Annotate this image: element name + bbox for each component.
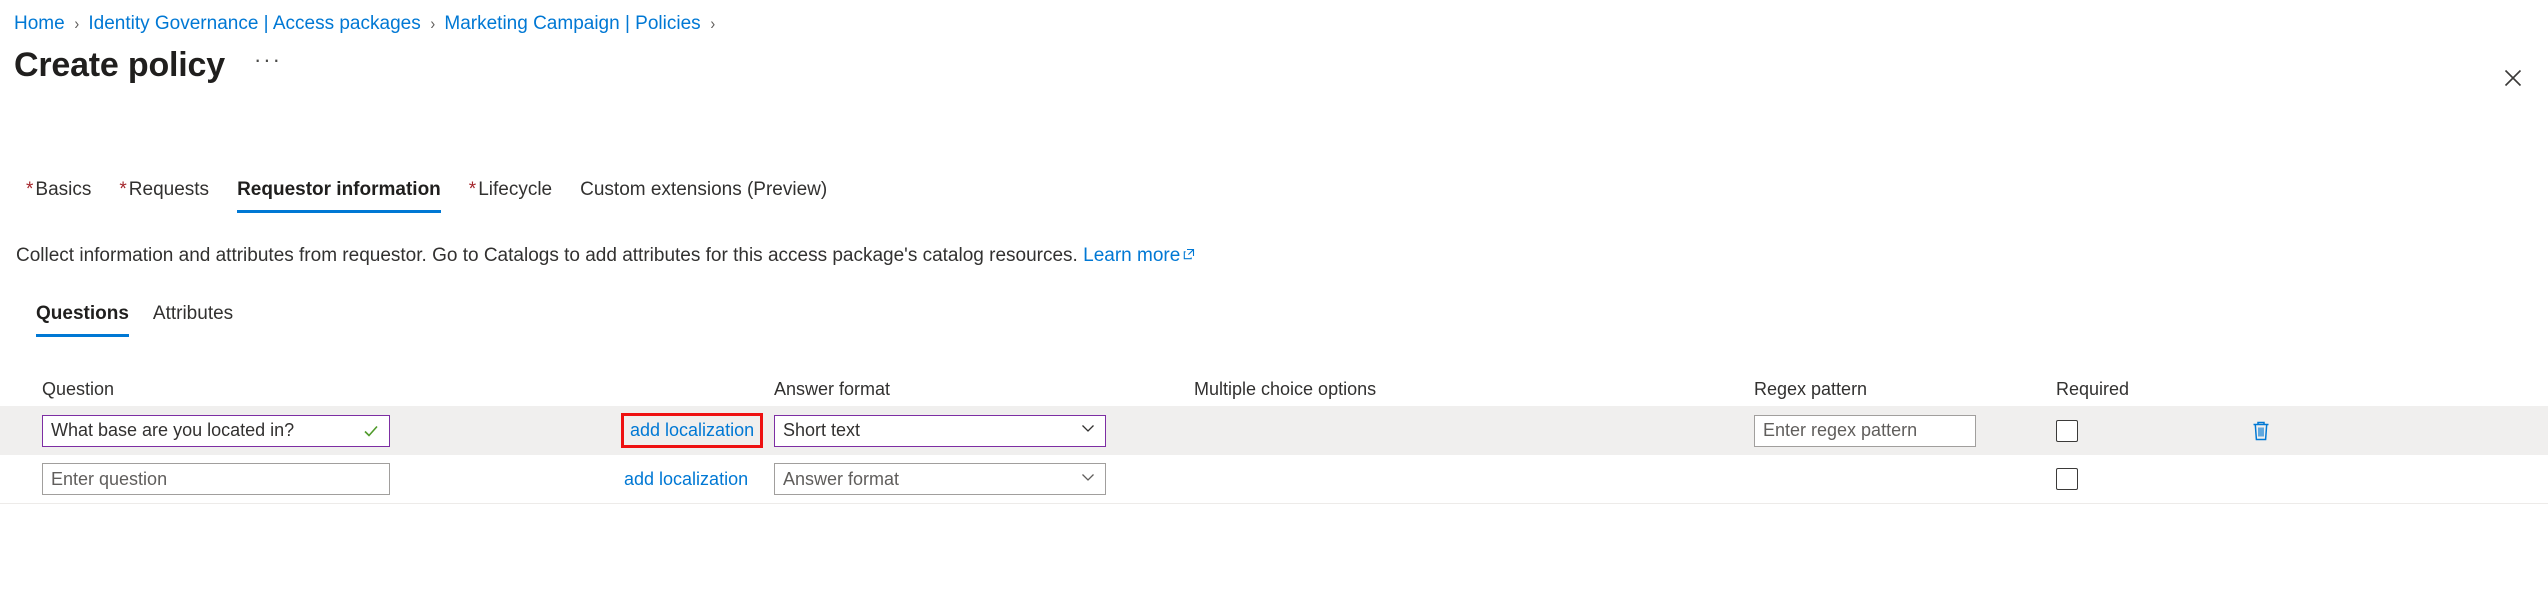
add-localization-highlight: add localization (624, 416, 760, 445)
learn-more-link[interactable]: Learn more (1083, 245, 1180, 266)
cell-required (2056, 468, 2246, 490)
more-options-button[interactable]: ··· (247, 48, 289, 82)
tab-label: Lifecycle (478, 179, 552, 200)
question-input-value: What base are you located in? (51, 420, 294, 441)
question-input[interactable]: What base are you located in? (42, 415, 390, 447)
table-row: What base are you located in? add locali… (0, 406, 2548, 455)
table-header-row: Question Answer format Multiple choice o… (0, 372, 2548, 406)
tab-label: Requests (129, 179, 209, 200)
main-tab-strip: *Basics *Requests Requestor information … (12, 176, 841, 222)
cell-answer-format: Short text (774, 415, 1194, 447)
required-indicator: * (119, 179, 126, 200)
cell-question: Enter question (0, 463, 624, 495)
question-input-placeholder: Enter question (51, 469, 167, 490)
chevron-down-icon (1080, 420, 1096, 441)
regex-pattern-input[interactable]: Enter regex pattern (1754, 415, 1976, 447)
cell-required (2056, 420, 2246, 442)
tab-requests[interactable]: *Requests (105, 176, 223, 218)
section-description: Collect information and attributes from … (16, 242, 1195, 269)
questions-table: Question Answer format Multiple choice o… (0, 372, 2548, 504)
required-indicator: * (469, 179, 476, 200)
subtab-attributes[interactable]: Attributes (141, 300, 245, 340)
column-header-regex-pattern: Regex pattern (1754, 379, 2056, 400)
column-header-required: Required (2056, 379, 2246, 400)
title-row: Create policy ··· (14, 44, 289, 86)
required-checkbox[interactable] (2056, 420, 2078, 442)
page-title: Create policy (14, 44, 225, 86)
required-indicator: * (26, 179, 33, 200)
cell-localization: add localization (624, 469, 774, 490)
subtab-label: Questions (36, 303, 129, 324)
external-link-icon (1183, 242, 1195, 268)
chevron-down-icon (1080, 469, 1096, 490)
description-text: Collect information and attributes from … (16, 245, 1078, 266)
answer-format-dropdown[interactable]: Answer format (774, 463, 1106, 495)
valid-check-icon (363, 423, 379, 439)
trash-icon (2250, 419, 2272, 443)
breadcrumb-separator-icon: › (74, 12, 79, 36)
subtab-label: Attributes (153, 303, 233, 324)
cell-question: What base are you located in? (0, 415, 624, 447)
cell-regex-pattern: Enter regex pattern (1754, 415, 2056, 447)
question-input[interactable]: Enter question (42, 463, 390, 495)
add-localization-link[interactable]: add localization (630, 420, 754, 441)
tab-basics[interactable]: *Basics (12, 176, 105, 218)
column-header-multiple-choice: Multiple choice options (1194, 379, 1754, 400)
sub-tab-strip: Questions Attributes (24, 300, 245, 340)
close-icon (2504, 69, 2522, 87)
cell-actions (2246, 416, 2506, 446)
regex-pattern-placeholder: Enter regex pattern (1763, 420, 1917, 441)
cell-localization: add localization (624, 416, 774, 445)
answer-format-dropdown[interactable]: Short text (774, 415, 1106, 447)
close-button[interactable] (2491, 56, 2535, 100)
breadcrumb: Home › Identity Governance | Access pack… (14, 12, 724, 36)
answer-format-value: Short text (783, 420, 860, 441)
required-checkbox[interactable] (2056, 468, 2078, 490)
breadcrumb-item-home[interactable]: Home (14, 12, 65, 36)
breadcrumb-item-marketing-campaign[interactable]: Marketing Campaign | Policies (444, 12, 700, 36)
answer-format-placeholder: Answer format (783, 469, 899, 490)
tab-label: Custom extensions (Preview) (580, 179, 827, 200)
breadcrumb-separator-icon: › (430, 12, 435, 36)
tab-custom-extensions[interactable]: Custom extensions (Preview) (566, 176, 841, 218)
column-header-question: Question (0, 379, 624, 400)
add-localization-link[interactable]: add localization (624, 469, 748, 490)
tab-lifecycle[interactable]: *Lifecycle (455, 176, 566, 218)
breadcrumb-item-identity-governance[interactable]: Identity Governance | Access packages (88, 12, 420, 36)
tab-requestor-information[interactable]: Requestor information (223, 176, 455, 218)
subtab-questions[interactable]: Questions (24, 300, 141, 340)
delete-row-button[interactable] (2246, 416, 2276, 446)
table-row: Enter question add localization Answer f… (0, 455, 2548, 504)
breadcrumb-separator-icon: › (710, 12, 715, 36)
column-header-answer-format: Answer format (774, 379, 1194, 400)
tab-label: Requestor information (237, 179, 441, 200)
cell-answer-format: Answer format (774, 463, 1194, 495)
tab-label: Basics (35, 179, 91, 200)
